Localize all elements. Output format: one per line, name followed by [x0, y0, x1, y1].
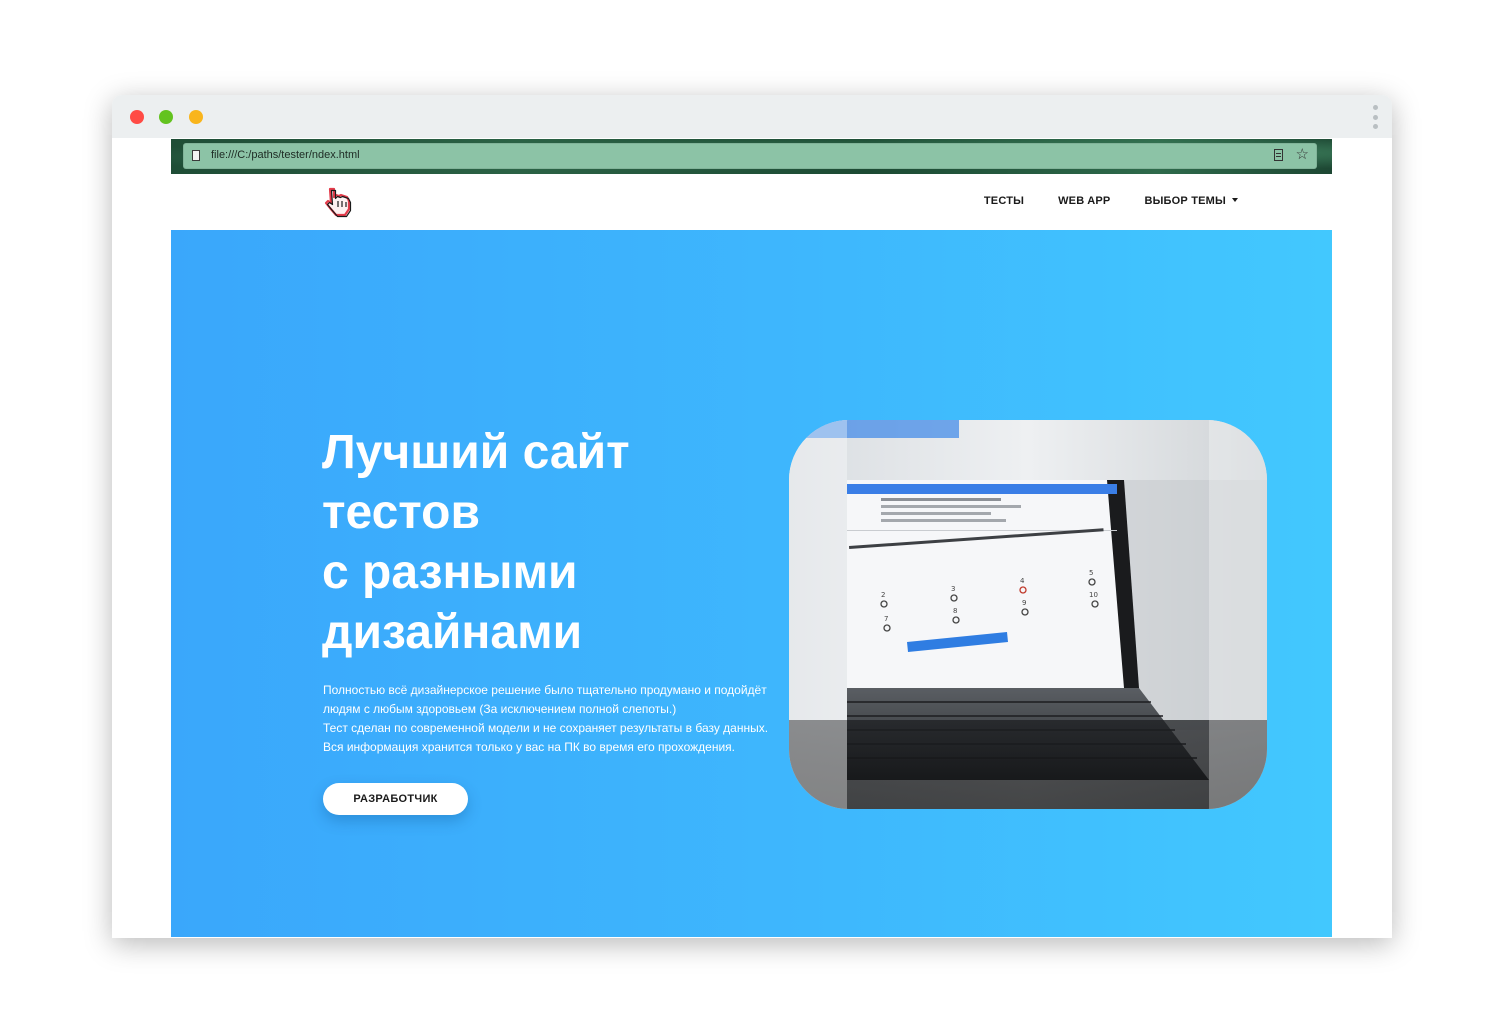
svg-text:2: 2 [881, 591, 885, 599]
nav-menu: ТЕСТЫ WEB APP ВЫБОР ТЕМЫ [950, 195, 1238, 207]
more-options-icon[interactable] [1370, 105, 1380, 129]
hero-text-line: Тест сделан по современной модели и не с… [323, 721, 769, 735]
page-viewport: file:///C:/paths/tester/ndex.html ☆ ТЕСТ… [171, 139, 1332, 938]
nav-item-web-app[interactable]: WEB APP [1058, 195, 1110, 207]
site-navbar: ТЕСТЫ WEB APP ВЫБОР ТЕМЫ [171, 174, 1332, 230]
hero-description: Полностью всё дизайнерское решение было … [323, 681, 793, 757]
hero-text-line: людям с любым здоровьем (За исключением … [323, 702, 677, 716]
browser-titlebar [112, 95, 1392, 138]
caret-down-icon [1232, 198, 1238, 202]
minimize-window-icon[interactable] [189, 110, 203, 124]
nav-item-theme-select[interactable]: ВЫБОР ТЕМЫ [1144, 195, 1238, 207]
svg-text:4: 4 [1020, 577, 1025, 585]
hero-section: Лучший сайт тестов с разными дизайнами П… [171, 230, 1332, 937]
close-window-icon[interactable] [130, 110, 144, 124]
svg-text:9: 9 [1022, 599, 1026, 607]
hero-laptop-image: 2 3 4 5 7 8 9 10 [789, 420, 1267, 809]
nav-item-theme-label: ВЫБОР ТЕМЫ [1144, 195, 1226, 207]
svg-text:10: 10 [1089, 591, 1098, 599]
nav-item-tests[interactable]: ТЕСТЫ [984, 195, 1024, 207]
address-bar[interactable]: file:///C:/paths/tester/ndex.html ☆ [183, 143, 1317, 169]
svg-text:3: 3 [951, 585, 955, 593]
hero-title: Лучший сайт тестов с разными дизайнами [322, 423, 762, 663]
svg-text:5: 5 [1089, 569, 1093, 577]
hero-title-line: тестов [322, 486, 480, 539]
browser-window: file:///C:/paths/tester/ndex.html ☆ ТЕСТ… [112, 95, 1392, 938]
hero-title-line: с разными [322, 546, 578, 599]
hero-title-line: Лучший сайт [322, 426, 630, 479]
hero-title-line: дизайнами [322, 606, 583, 659]
file-icon [192, 150, 200, 161]
svg-text:7: 7 [884, 615, 888, 623]
reader-mode-icon[interactable] [1274, 149, 1283, 161]
maximize-window-icon[interactable] [159, 110, 173, 124]
url-text[interactable]: file:///C:/paths/tester/ndex.html [211, 149, 360, 161]
developer-button[interactable]: РАЗРАБОТЧИК [323, 783, 468, 815]
browser-toolbar: file:///C:/paths/tester/ndex.html ☆ [171, 139, 1332, 174]
hero-text-line: Полностью всё дизайнерское решение было … [323, 683, 767, 697]
bookmark-star-icon[interactable]: ☆ [1296, 145, 1309, 165]
hero-text-line: Вся информация хранится только у вас на … [323, 740, 736, 754]
svg-text:8: 8 [953, 607, 957, 615]
logo-hand-cursor-icon[interactable] [321, 184, 357, 220]
